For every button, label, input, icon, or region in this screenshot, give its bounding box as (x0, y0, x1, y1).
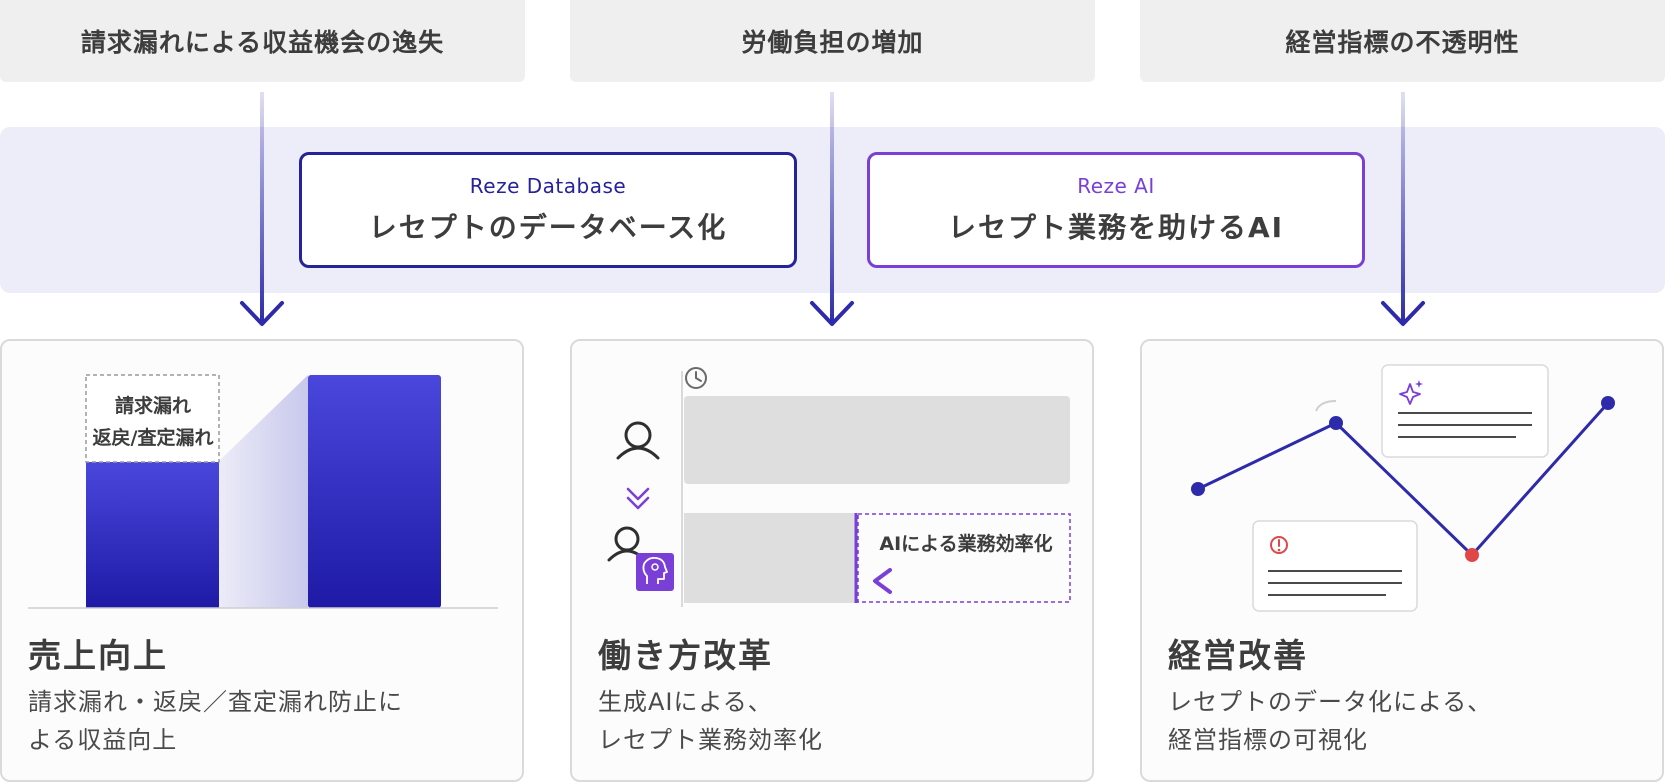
efficiency-illustration (607, 367, 1071, 607)
result-card-workstyle: AIによる業務効率化 働き方改革 生成AIによる、 レセプト業務効率化 (570, 339, 1094, 782)
sales-bar-illustration (28, 374, 498, 609)
problem-opacity: 経営指標の不透明性 (1140, 0, 1665, 82)
card-desc-line2: レセプト業務効率化 (598, 726, 823, 754)
bar-before (86, 462, 219, 608)
problem-label: 請求漏れによる収益機会の逸失 (80, 28, 445, 57)
missing-label-line2: 返戻/査定漏れ (92, 427, 214, 449)
problem-label: 経営指標の不透明性 (1285, 28, 1520, 57)
data-point (1601, 396, 1615, 410)
arrow-down-icon (240, 301, 284, 326)
arrow-shaft (1401, 92, 1405, 322)
missing-label-line1: 請求漏れ (114, 395, 191, 417)
card-desc-line1: 生成AIによる、 (598, 688, 773, 716)
result-card-sales: 請求漏れ 返戻/査定漏れ 売上向上 請求漏れ・返戻／査定漏れ防止に よる収益向上 (0, 339, 524, 782)
card-title: 働き方改革 (598, 636, 773, 675)
double-chevron-down-icon (626, 487, 650, 510)
bar-connector (218, 375, 308, 608)
clock-icon (685, 367, 707, 389)
bar-ai-time (684, 513, 856, 603)
product-reze-database: Reze Database レセプトのデータベース化 (299, 152, 797, 268)
card-title: 経営改善 (1168, 636, 1308, 675)
result-card-management: 経営改善 レセプトのデータ化による、 経営指標の可視化 (1140, 339, 1664, 782)
problem-revenue-loss: 請求漏れによる収益機会の逸失 (0, 0, 525, 82)
saved-time-area (857, 513, 1071, 603)
card-title: 売上向上 (28, 636, 168, 675)
data-point (1329, 416, 1343, 430)
product-name: Reze AI (1077, 174, 1155, 198)
product-desc: レセプト業務を助けるAI (947, 211, 1285, 244)
insight-note (1381, 364, 1549, 458)
problem-workload: 労働負担の増加 (570, 0, 1095, 82)
person-icon (616, 421, 660, 460)
card-desc-line1: 請求漏れ・返戻／査定漏れ防止に (28, 688, 403, 716)
card-description: 請求漏れ・返戻／査定漏れ防止に よる収益向上 (28, 683, 403, 759)
arrow-heads (240, 301, 1425, 326)
missing-label: 請求漏れ 返戻/査定漏れ (78, 390, 228, 454)
metrics-illustration (1191, 364, 1615, 612)
card-desc-line2: 経営指標の可視化 (1168, 726, 1368, 754)
arrow-down-icon (1381, 301, 1425, 326)
arrow-shaft (260, 92, 264, 322)
problem-label: 労働負担の増加 (741, 28, 924, 57)
data-point (1191, 482, 1205, 496)
card-description: 生成AIによる、 レセプト業務効率化 (598, 683, 823, 759)
bar-manual-time (684, 396, 1070, 484)
arrow-down-icon (810, 301, 854, 326)
alert-note (1252, 520, 1418, 612)
arrow-shaft (830, 92, 834, 322)
card-description: レセプトのデータ化による、 経営指標の可視化 (1168, 683, 1492, 759)
card-desc-line2: よる収益向上 (28, 726, 178, 754)
product-desc: レセプトのデータベース化 (368, 211, 728, 244)
card-desc-line1: レセプトのデータ化による、 (1168, 688, 1493, 716)
product-name: Reze Database (469, 174, 627, 198)
product-reze-ai: Reze AI レセプト業務を助けるAI (867, 152, 1365, 268)
ai-brain-icon (636, 553, 674, 591)
note-connector (1315, 400, 1337, 412)
efficiency-label: AIによる業務効率化 (879, 533, 1053, 555)
bar-after (308, 375, 441, 608)
data-point-alert (1465, 548, 1479, 562)
